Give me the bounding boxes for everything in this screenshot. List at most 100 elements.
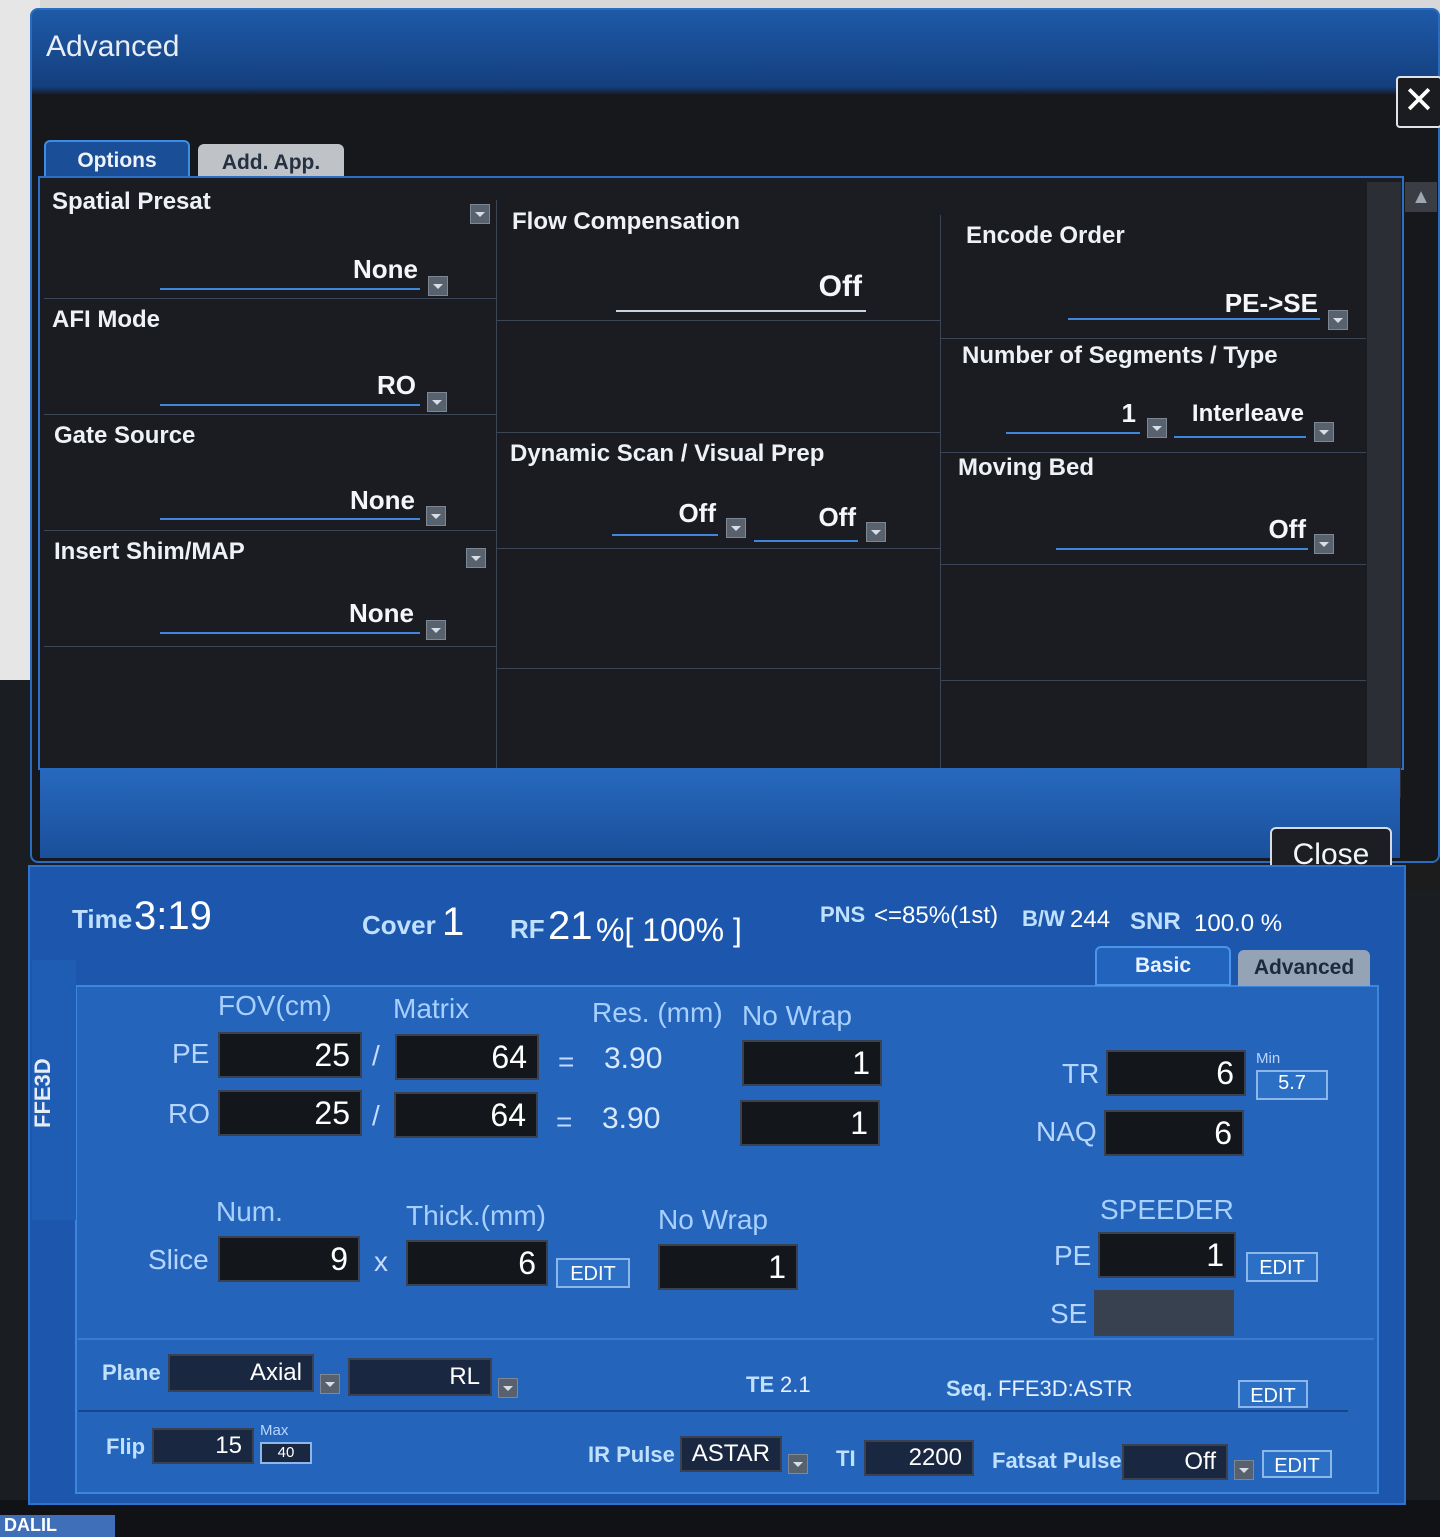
row-divider <box>941 452 1366 453</box>
slash: / <box>372 1100 380 1131</box>
insert-shim-label: Insert Shim/MAP <box>54 538 245 565</box>
close-icon[interactable]: ✕ <box>1396 76 1440 128</box>
chevron-down-icon[interactable] <box>1234 1460 1254 1480</box>
spatial-presat-label: Spatial Presat <box>52 188 211 215</box>
flip-max-label: Max <box>260 1422 289 1439</box>
row-divider <box>941 680 1366 681</box>
rf-value: 21 <box>548 904 593 948</box>
chevron-down-icon[interactable] <box>788 1454 808 1474</box>
segments-number-value[interactable]: 1 <box>1006 398 1136 429</box>
pe-fov-input[interactable]: 25 <box>218 1032 362 1078</box>
moving-bed-value[interactable]: Off <box>1056 514 1306 545</box>
segments-type-value[interactable]: Interleave <box>1176 400 1304 428</box>
pns-value: <=85%(1st) <box>874 902 999 929</box>
row-divider <box>44 530 496 531</box>
fatsat-select[interactable]: Off <box>1122 1444 1228 1480</box>
row-divider <box>44 298 496 299</box>
speeder-header: SPEEDER <box>1100 1194 1234 1225</box>
chevron-down-icon[interactable] <box>1314 422 1334 442</box>
chevron-down-icon[interactable] <box>426 620 446 640</box>
chevron-down-icon[interactable] <box>1147 418 1167 438</box>
speeder-pe-label: PE <box>1054 1240 1092 1271</box>
divider <box>78 1410 1348 1412</box>
matrix-header: Matrix <box>393 993 470 1024</box>
chevron-down-icon[interactable] <box>866 522 886 542</box>
tr-min-label: Min <box>1256 1050 1281 1067</box>
flip-max-value: 40 <box>260 1442 312 1464</box>
scroll-up-icon[interactable]: ▲ <box>1405 182 1437 212</box>
insert-shim-value[interactable]: None <box>160 598 414 629</box>
dialog-footer <box>40 768 1400 858</box>
dynamic-scan-value[interactable]: Off <box>612 498 716 529</box>
chevron-down-icon[interactable] <box>320 1374 340 1394</box>
seq-edit-button[interactable]: EDIT <box>1238 1380 1308 1408</box>
tr-label: TR <box>1062 1058 1100 1089</box>
time-label: Time <box>72 904 133 934</box>
field-underline <box>160 518 420 520</box>
ti-input[interactable]: 2200 <box>864 1440 974 1476</box>
chevron-down-icon[interactable] <box>498 1378 518 1398</box>
seq-label: Seq. <box>946 1376 993 1401</box>
tab-basic[interactable]: Basic <box>1095 946 1231 986</box>
ro-matrix-input[interactable]: 64 <box>394 1092 538 1138</box>
naq-label: NAQ <box>1036 1116 1097 1147</box>
gate-source-value[interactable]: None <box>160 485 415 516</box>
chevron-down-icon[interactable] <box>426 506 446 526</box>
fatsat-edit-button[interactable]: EDIT <box>1262 1450 1332 1478</box>
divider <box>78 1338 1374 1340</box>
chevron-down-icon[interactable] <box>1328 310 1348 330</box>
flow-compensation-label: Flow Compensation <box>512 208 740 235</box>
tab-advanced[interactable]: Advanced <box>1238 950 1370 986</box>
field-underline <box>612 534 718 536</box>
equals: = <box>556 1106 573 1137</box>
ro-nowrap-input[interactable]: 1 <box>740 1100 880 1146</box>
chevron-down-icon[interactable] <box>726 518 746 538</box>
naq-input[interactable]: 6 <box>1104 1110 1244 1156</box>
chevron-down-icon[interactable] <box>427 392 447 412</box>
moving-bed-label: Moving Bed <box>958 454 1094 481</box>
spatial-presat-value[interactable]: None <box>160 254 418 285</box>
pe-nowrap-input[interactable]: 1 <box>742 1040 882 1086</box>
snr-value: 100.0 % <box>1194 910 1283 937</box>
speeder-pe-input[interactable]: 1 <box>1098 1232 1236 1278</box>
chevron-down-icon[interactable] <box>470 204 490 224</box>
slice-num-input[interactable]: 9 <box>218 1236 360 1282</box>
sequence-tab-label: FFE3D <box>30 1058 55 1128</box>
cover-value: 1 <box>442 900 465 944</box>
fov-header: FOV(cm) <box>218 990 332 1021</box>
chevron-down-icon[interactable] <box>1314 534 1334 554</box>
taskbar <box>0 1500 1440 1537</box>
speeder-edit-button[interactable]: EDIT <box>1246 1252 1318 1282</box>
pe-matrix-input[interactable]: 64 <box>395 1034 539 1080</box>
speeder-se-input <box>1094 1290 1234 1336</box>
flow-compensation-value[interactable]: Off <box>616 270 862 304</box>
plane-select[interactable]: Axial <box>168 1354 314 1392</box>
pns-label: PNS <box>820 902 866 927</box>
scrollbar[interactable] <box>1367 182 1401 798</box>
chevron-down-icon[interactable] <box>466 548 486 568</box>
pe-resolution: 3.90 <box>604 1042 663 1075</box>
row-divider <box>941 564 1366 565</box>
num-header: Num. <box>216 1196 283 1227</box>
direction-select[interactable]: RL <box>348 1358 492 1396</box>
resolution-header: Res. (mm) <box>592 997 723 1028</box>
snr-label: SNR <box>1130 908 1181 935</box>
tr-input[interactable]: 6 <box>1106 1050 1246 1096</box>
bw-label: B/W <box>1022 906 1065 931</box>
afi-mode-value[interactable]: RO <box>160 370 416 401</box>
flip-input[interactable]: 15 <box>152 1428 254 1464</box>
segments-label: Number of Segments / Type <box>962 342 1278 369</box>
taskbar-label: DALIL <box>0 1515 115 1537</box>
nowrap-header: No Wrap <box>742 1000 852 1031</box>
slice-thick-input[interactable]: 6 <box>406 1240 548 1286</box>
slice-nowrap-input[interactable]: 1 <box>658 1244 798 1290</box>
cover-label: Cover <box>362 910 436 940</box>
ir-pulse-select[interactable]: ASTAR <box>680 1436 782 1472</box>
field-underline <box>1056 548 1308 550</box>
visual-prep-value[interactable]: Off <box>754 502 856 533</box>
ro-fov-input[interactable]: 25 <box>218 1090 362 1136</box>
chevron-down-icon[interactable] <box>428 276 448 296</box>
slice-edit-button[interactable]: EDIT <box>556 1258 630 1288</box>
column-divider <box>940 215 941 778</box>
encode-order-value[interactable]: PE->SE <box>1068 288 1318 319</box>
